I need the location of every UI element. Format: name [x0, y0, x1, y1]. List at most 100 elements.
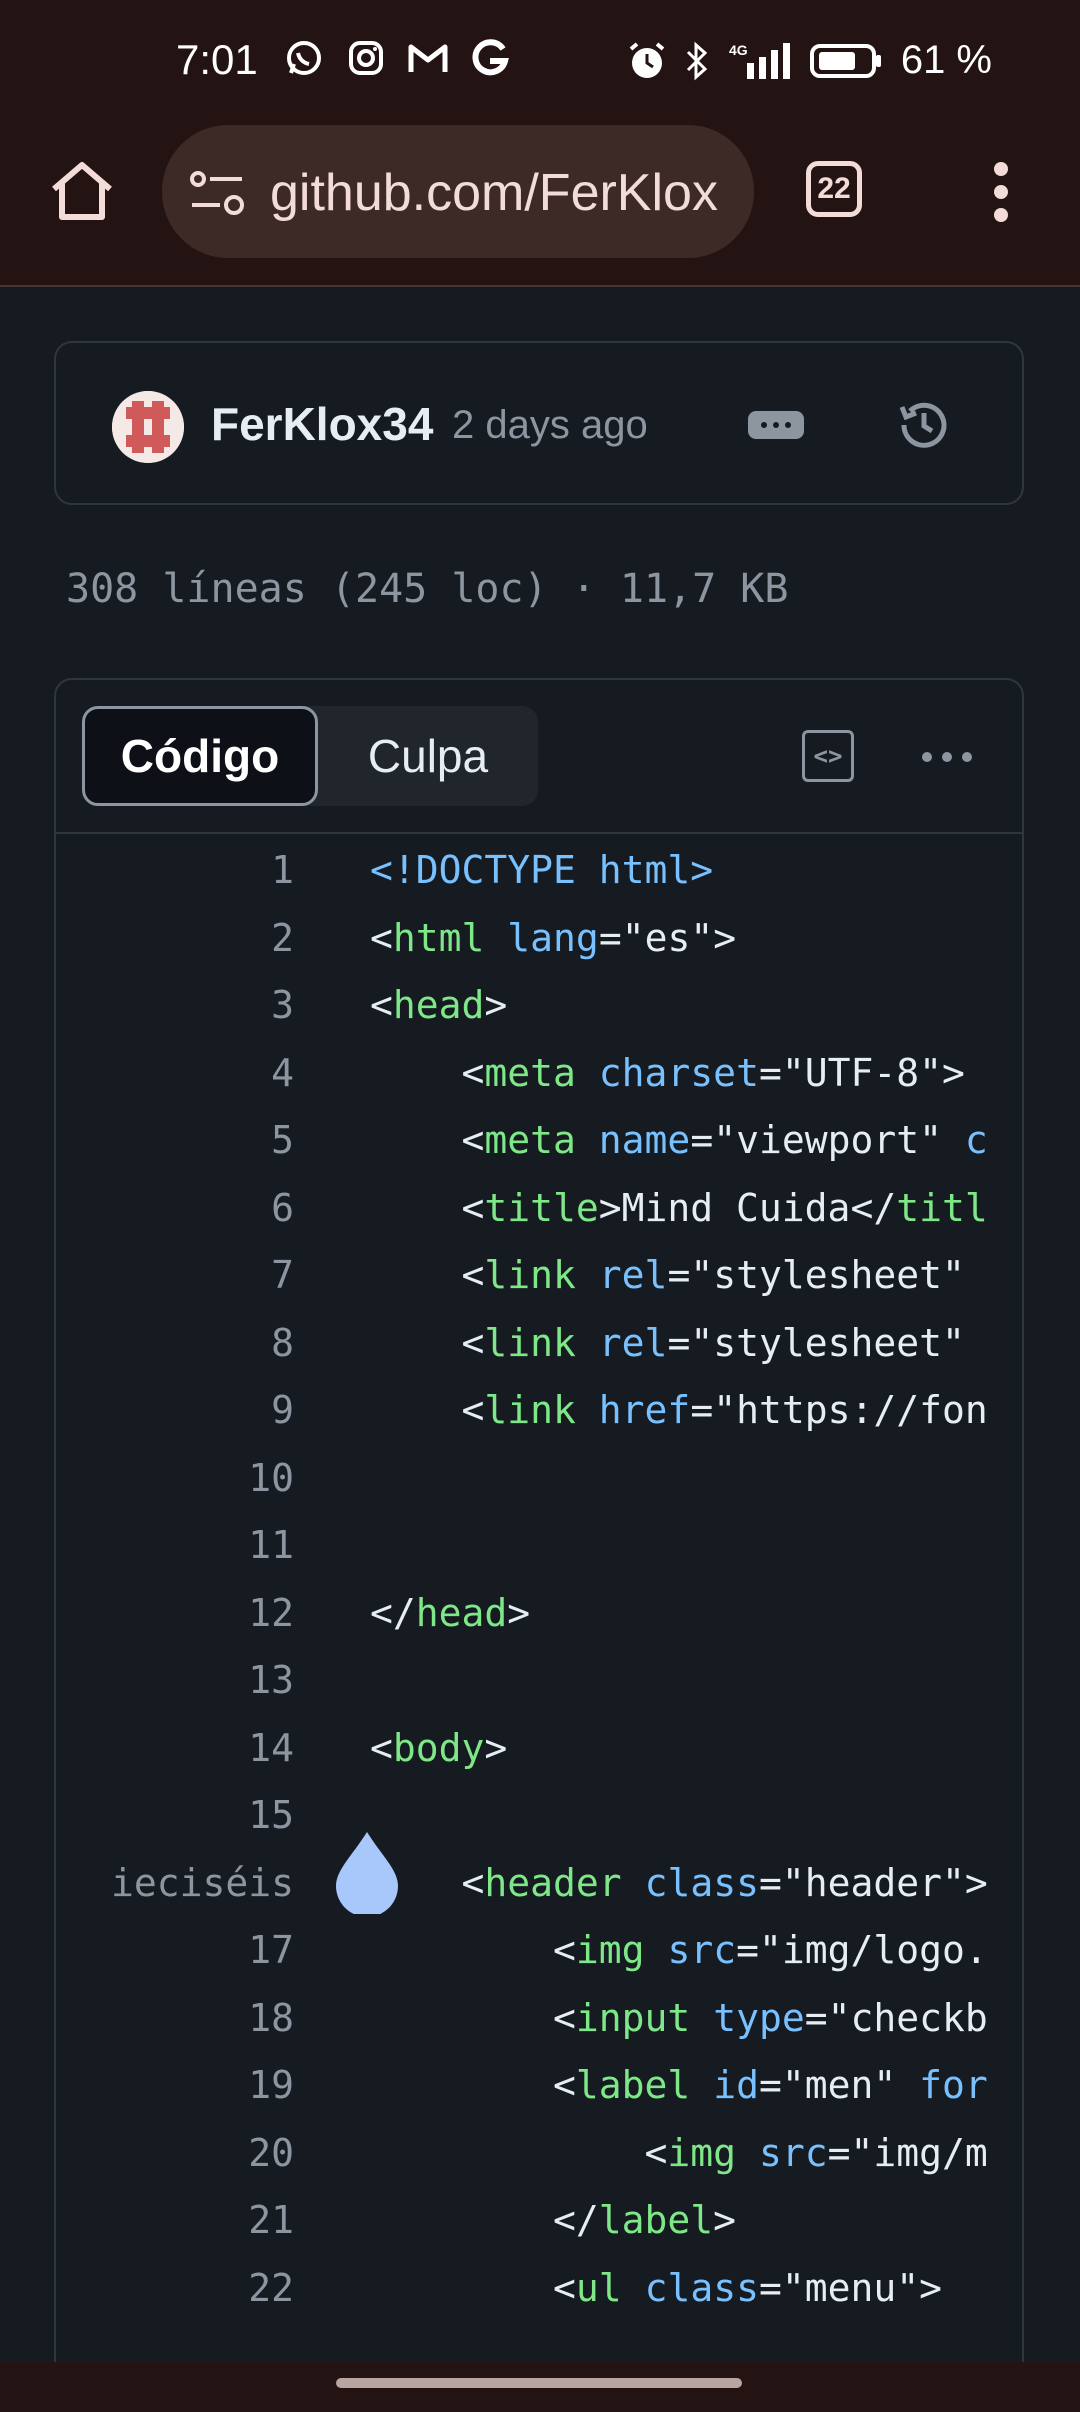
line-number[interactable]: 2	[271, 916, 294, 960]
line-code: <ul class="menu">	[370, 2265, 942, 2310]
line-number[interactable]: 12	[248, 1591, 294, 1635]
line-number[interactable]: 17	[248, 1928, 294, 1972]
line-number[interactable]: 19	[248, 2063, 294, 2107]
commit-author[interactable]: FerKlox34	[211, 397, 433, 451]
commit-time: 2 days ago	[452, 403, 648, 447]
system-nav-bar	[0, 2362, 1080, 2412]
bluetooth-icon	[685, 41, 709, 81]
line-number[interactable]: 18	[248, 1996, 294, 2040]
more-options-icon[interactable]	[922, 752, 972, 762]
code-line: 1 <!DOCTYPE html>	[56, 842, 1022, 910]
status-bar: 7:01 4G 61 %	[0, 0, 1080, 125]
line-number[interactable]: 20	[248, 2131, 294, 2175]
tab-blame[interactable]: Culpa	[318, 706, 538, 806]
line-number[interactable]: 3	[271, 983, 294, 1027]
line-number[interactable]: 6	[271, 1186, 294, 1230]
browser-menu-button[interactable]	[986, 159, 1016, 225]
code-line: 15	[56, 1787, 1022, 1855]
line-number[interactable]: 21	[248, 2198, 294, 2242]
line-code: <head>	[370, 983, 508, 1027]
line-code: </label>	[370, 2198, 737, 2242]
line-code: <link href="https://fon	[370, 1388, 988, 1432]
code-line: 20 <img src="img/m	[56, 2125, 1022, 2193]
line-number[interactable]: 14	[248, 1726, 294, 1770]
code-lines: 1 <!DOCTYPE html> 2 <html lang="es"> 3 <head>…	[56, 842, 1022, 2327]
line-code: <link rel="stylesheet"	[370, 1320, 965, 1365]
whatsapp-icon	[284, 38, 324, 78]
line-code: <link rel="stylesheet"	[370, 1253, 965, 1297]
line-code: <label id="men" for	[370, 2063, 988, 2107]
status-time: 7:01	[176, 36, 258, 83]
address-bar[interactable]: github.com/FerKlox	[162, 125, 754, 258]
code-line: 4 <meta charset="UTF-8">	[56, 1045, 1022, 1113]
tab-code[interactable]: Código	[82, 706, 318, 806]
code-line: 17 <img src="img/logo.	[56, 1922, 1022, 1990]
line-number[interactable]: 8	[271, 1321, 294, 1365]
line-number[interactable]: ieciséis	[111, 1861, 294, 1905]
code-line: 8 <link rel="stylesheet"	[56, 1315, 1022, 1383]
line-code: <meta name="viewport" c	[370, 1118, 988, 1162]
battery-percent: 61 %	[900, 38, 992, 82]
raw-code-icon[interactable]: <>	[802, 730, 854, 782]
line-number[interactable]: 22	[248, 2266, 294, 2310]
line-number[interactable]: 1	[271, 848, 294, 892]
line-number[interactable]: 7	[271, 1253, 294, 1297]
line-code: <title>Mind Cuida</titl	[370, 1185, 988, 1230]
browser-toolbar: github.com/FerKlox 22	[0, 125, 1080, 287]
line-code: </head>	[370, 1590, 531, 1635]
code-line: 7 <link rel="stylesheet"	[56, 1247, 1022, 1315]
code-line: 18 <input type="checkb	[56, 1990, 1022, 2058]
file-meta: 308 líneas (245 loc) · 11,7 KB	[66, 566, 789, 612]
line-code: <!DOCTYPE html>	[370, 848, 714, 892]
line-number[interactable]: 5	[271, 1118, 294, 1162]
line-number[interactable]: 11	[248, 1523, 294, 1567]
line-code: <body>	[370, 1725, 508, 1770]
instagram-icon	[346, 38, 386, 78]
latest-commit-box: FerKlox34 2 days ago	[54, 341, 1024, 505]
code-line: 2 <html lang="es">	[56, 910, 1022, 978]
text-cursor-handle-icon[interactable]	[332, 1830, 402, 1914]
line-number[interactable]: 9	[271, 1388, 294, 1432]
code-line: 19 <label id="men" for	[56, 2057, 1022, 2125]
line-number[interactable]: 15	[248, 1793, 294, 1837]
home-icon	[52, 162, 112, 220]
code-line: 6 <title>Mind Cuida</titl	[56, 1180, 1022, 1248]
home-button[interactable]	[46, 155, 118, 227]
line-code: <img src="img/m	[370, 2130, 988, 2175]
url-text[interactable]: github.com/FerKlox	[270, 163, 730, 223]
code-line: 12 </head>	[56, 1585, 1022, 1653]
system-icons: 4G 61 %	[627, 38, 992, 83]
gesture-handle[interactable]	[336, 2378, 742, 2388]
line-code: <html lang="es">	[370, 915, 737, 960]
history-icon[interactable]	[894, 395, 954, 455]
code-toolbar: Código Culpa <>	[56, 680, 1022, 834]
line-code: <header class="header">	[370, 1860, 988, 1905]
more-vert-icon	[994, 162, 1008, 222]
code-line: 9 <link href="https://fon	[56, 1382, 1022, 1450]
code-line: ieciséis <header class="header">	[56, 1855, 1022, 1923]
code-line: 11	[56, 1517, 1022, 1585]
avatar[interactable]	[112, 391, 184, 463]
svg-text:4G: 4G	[729, 42, 748, 58]
code-line: 21 </label>	[56, 2192, 1022, 2260]
4g-signal-icon: 4G	[727, 41, 791, 81]
line-number[interactable]: 13	[248, 1658, 294, 1702]
line-number[interactable]: 10	[248, 1456, 294, 1500]
code-line: 14 <body>	[56, 1720, 1022, 1788]
commit-message-toggle[interactable]	[748, 411, 804, 439]
code-line: 3 <head>	[56, 977, 1022, 1045]
code-line: 5 <meta name="viewport" c	[56, 1112, 1022, 1180]
google-icon	[470, 38, 510, 78]
code-panel: Código Culpa <> 1 <!DOCTYPE html> 2 <html l…	[54, 678, 1024, 2378]
code-line: 13	[56, 1652, 1022, 1720]
code-line: 22 <ul class="menu">	[56, 2260, 1022, 2328]
line-number[interactable]: 4	[271, 1051, 294, 1095]
site-settings-icon[interactable]	[190, 167, 244, 217]
view-toggle: Código Culpa	[82, 706, 538, 806]
line-code: <input type="checkb	[370, 1995, 988, 2040]
tab-switcher-button[interactable]: 22	[806, 161, 862, 217]
line-code: <img src="img/logo.	[370, 1928, 988, 1972]
line-code: <meta charset="UTF-8">	[370, 1050, 965, 1095]
gmail-icon	[408, 38, 448, 78]
battery-icon	[809, 41, 883, 81]
